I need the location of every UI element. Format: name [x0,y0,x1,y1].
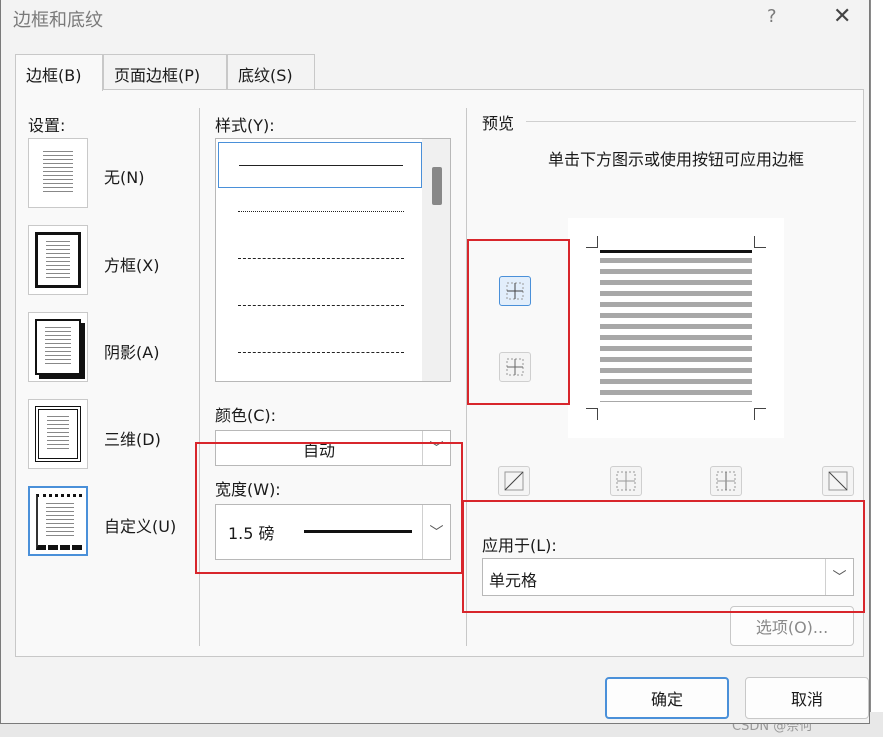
style-heading: 样式(Y): [215,116,275,135]
diagonal-down-icon [828,471,848,491]
setting-none-thumb[interactable] [28,138,88,208]
background-document-edge [870,0,883,737]
preview-corner-mark [754,236,766,248]
setting-shadow-thumb[interactable] [28,312,88,382]
grid-icon [616,471,636,491]
dialog-title: 边框和底纹 [13,10,103,31]
preview-heading: 预览 [482,114,515,133]
diagonal-down-button[interactable] [822,466,854,496]
scrollbar-thumb[interactable] [432,167,442,205]
setting-shadow-label[interactable]: 阴影(A) [104,339,159,363]
style-list[interactable] [215,138,451,382]
highlight-apply-to-box [462,500,865,613]
setting-3d-label[interactable]: 三维(D) [104,426,161,450]
style-item-dash[interactable] [218,283,422,329]
grid-icon [716,471,736,491]
inside-vertical-button[interactable] [710,466,742,496]
setting-3d-thumb[interactable] [28,399,88,469]
inside-horizontal-button[interactable] [610,466,642,496]
setting-custom-thumb[interactable] [28,486,88,556]
highlight-width-box [195,442,463,574]
diagonal-up-icon [504,471,524,491]
style-list-scrollbar[interactable] [422,139,450,381]
settings-heading: 设置: [28,116,66,135]
highlight-preview-buttons-box [467,239,570,405]
tab-borders[interactable]: 边框(B) [15,54,103,91]
cancel-button[interactable]: 取消 [745,677,869,719]
setting-none-label[interactable]: 无(N) [104,164,144,188]
style-item-fine-dash[interactable] [218,236,422,282]
title-bar: 边框和底纹 ? ✕ [1,0,870,36]
preview-instruction: 单击下方图示或使用按钮可应用边框 [547,150,804,169]
ok-button[interactable]: 确定 [605,677,729,719]
diagonal-up-button[interactable] [498,466,530,496]
color-heading: 颜色(C): [215,406,277,425]
style-item-dotted[interactable] [218,189,422,235]
preview-text-lines [600,258,752,402]
tab-page-borders[interactable]: 页面边框(P) [103,54,227,90]
preview-top-border [600,250,752,253]
preview-corner-mark [586,408,598,420]
tab-shading[interactable]: 底纹(S) [227,54,315,90]
style-item-solid[interactable] [218,142,422,188]
setting-custom-label[interactable]: 自定义(U) [104,513,176,537]
setting-box-label[interactable]: 方框(X) [104,252,159,276]
preview-corner-mark [586,236,598,248]
preview-diagram[interactable] [568,218,784,438]
borders-and-shading-dialog: 边框和底纹 ? ✕ 边框(B) 页面边框(P) 底纹(S) 设置: 无(N) 方… [0,0,870,724]
close-button[interactable]: ✕ [833,4,851,29]
help-button[interactable]: ? [767,6,777,27]
preview-corner-mark [754,408,766,420]
setting-box-thumb[interactable] [28,225,88,295]
style-item-dash-dot[interactable] [218,330,422,376]
preview-heading-rule [526,121,856,122]
